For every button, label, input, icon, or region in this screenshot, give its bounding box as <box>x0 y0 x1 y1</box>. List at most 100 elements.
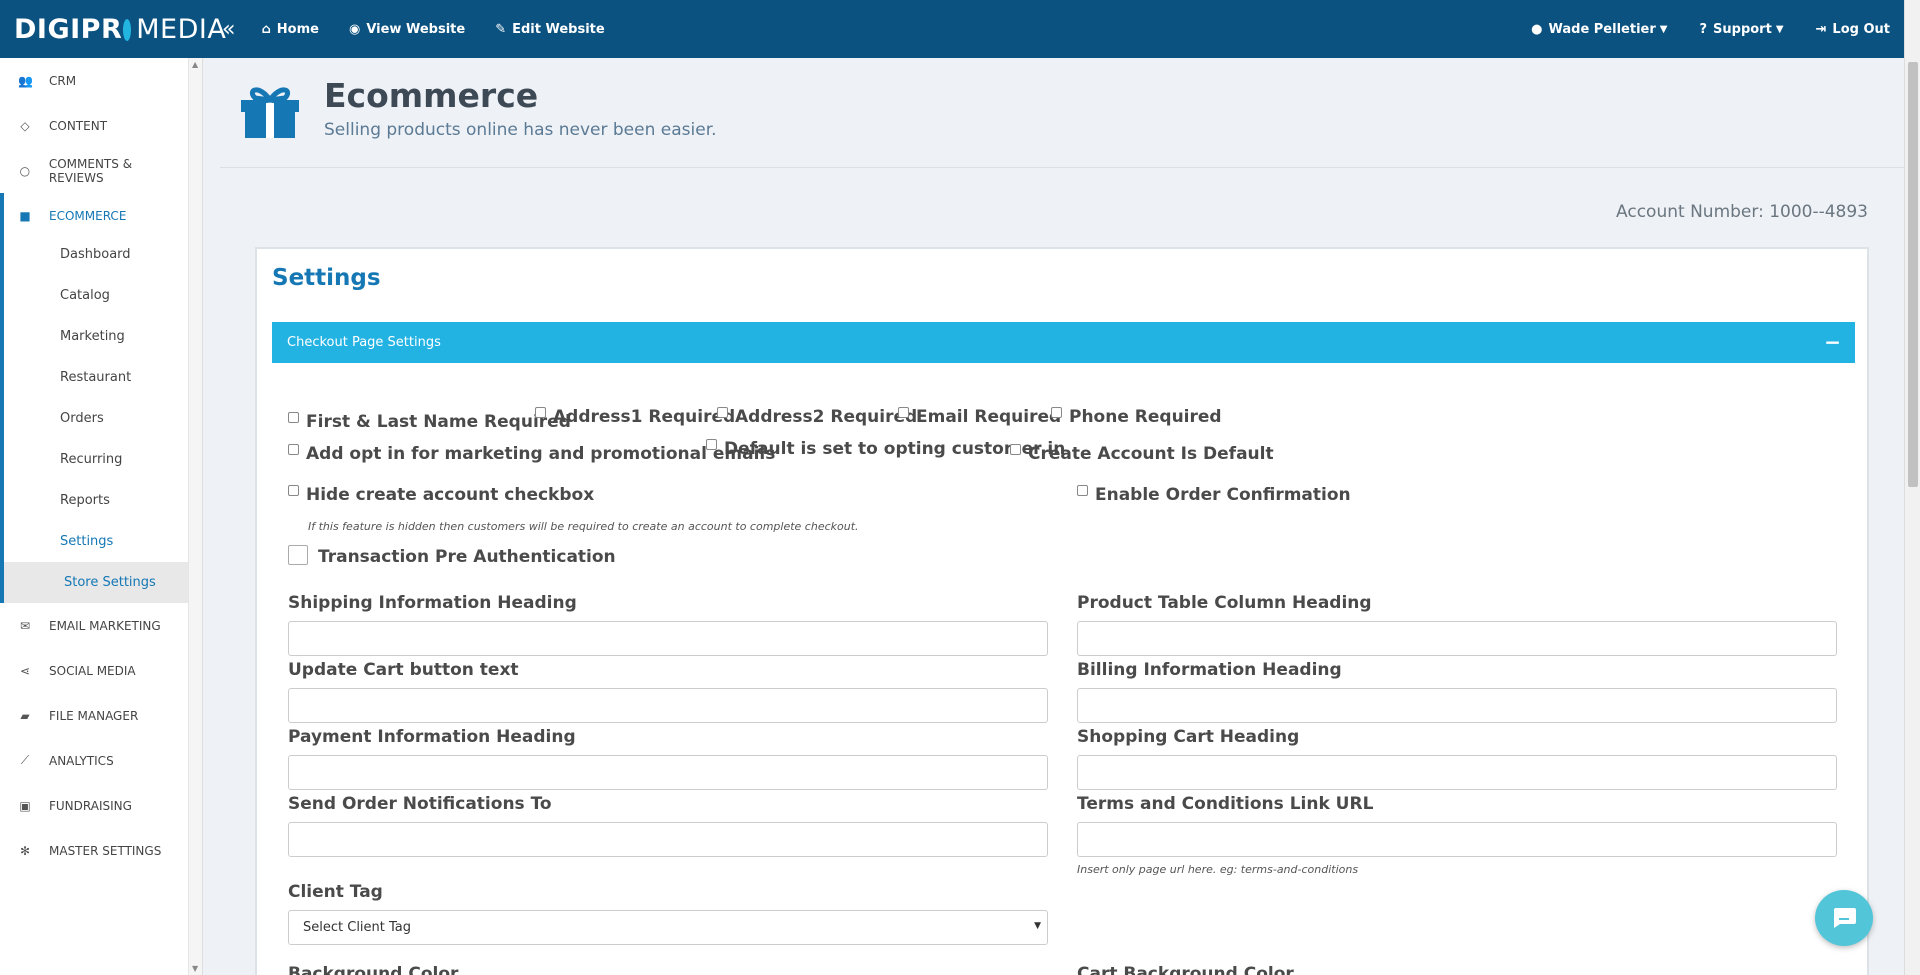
sidebar-item-comments-reviews[interactable]: ○ COMMENTS & REVIEWS <box>0 148 189 193</box>
sidebar-item-label: ANALYTICS <box>49 753 114 768</box>
shipping-heading-input[interactable] <box>288 621 1048 656</box>
client-tag-value: Select Client Tag <box>303 920 412 935</box>
sidebar-sub-restaurant[interactable]: Restaurant <box>0 357 189 398</box>
sidebar-sub-store-settings[interactable]: Store Settings <box>0 562 189 603</box>
order-confirmation-checkbox[interactable] <box>1077 484 1088 496</box>
chat-widget-button[interactable] <box>1815 890 1873 946</box>
billing-heading-input[interactable] <box>1077 688 1837 723</box>
sidebar-sub-orders[interactable]: Orders <box>0 398 189 439</box>
scroll-up-icon[interactable]: ▲ <box>192 60 198 69</box>
select-caret-icon: ▼ <box>1034 921 1041 931</box>
brand-part1: DIGI <box>14 13 81 45</box>
shipping-heading-label: Shipping Information Heading <box>288 593 577 613</box>
support-menu[interactable]: ? Support ▼ <box>1699 22 1783 37</box>
sidebar-item-social-media[interactable]: ⋖ SOCIAL MEDIA <box>0 648 189 693</box>
sidebar-scrollbar[interactable]: ▲ ▼ <box>188 58 202 975</box>
client-tag-label: Client Tag <box>288 882 383 902</box>
nav-home[interactable]: ⌂ Home <box>261 22 319 37</box>
scrollbar-thumb[interactable] <box>1908 62 1918 487</box>
top-navbar: DIGI PR MEDIA « ⌂ Home ◉ View Website ✎ Ed… <box>0 0 1904 58</box>
edit-icon: ✎ <box>495 21 507 37</box>
nav-view-website[interactable]: ◉ View Website <box>349 22 465 37</box>
pre-auth-option[interactable]: Transaction Pre Authentication <box>288 545 616 567</box>
order-notify-input[interactable] <box>288 822 1048 857</box>
brand-part2: PR <box>80 13 123 45</box>
logout-link[interactable]: ⇥ Log Out <box>1816 22 1890 37</box>
update-cart-label: Update Cart button text <box>288 660 519 680</box>
payment-heading-label: Payment Information Heading <box>288 727 576 747</box>
email-required-checkbox[interactable] <box>898 406 909 418</box>
hide-create-account-checkbox[interactable] <box>288 484 299 496</box>
sidebar-item-analytics[interactable]: ⟋ ANALYTICS <box>0 738 189 783</box>
sidebar-sub-marketing[interactable]: Marketing <box>0 316 189 357</box>
sub-label: Restaurant <box>60 370 132 385</box>
pre-auth-label: Transaction Pre Authentication <box>318 547 616 567</box>
create-account-default-checkbox[interactable] <box>1010 443 1021 455</box>
chevron-down-icon: ▼ <box>1659 23 1668 35</box>
sub-label: Dashboard <box>60 247 131 262</box>
opt-in-checkbox[interactable] <box>288 443 299 455</box>
user-menu[interactable]: ● Wade Pelletier ▼ <box>1531 22 1667 37</box>
sidebar-item-ecommerce[interactable]: ■ ECOMMERCE <box>0 193 189 238</box>
pre-auth-checkbox[interactable] <box>288 545 308 565</box>
support-label: Support <box>1713 21 1772 37</box>
money-icon: ▣ <box>19 798 31 813</box>
comment-icon: ○ <box>19 163 31 178</box>
hide-create-account-option[interactable]: Hide create account checkbox <box>288 484 595 505</box>
eye-icon: ◉ <box>348 21 361 37</box>
create-account-default-option[interactable]: Create Account Is Default <box>1010 443 1274 464</box>
sub-label: Orders <box>60 411 104 426</box>
order-confirmation-option[interactable]: Enable Order Confirmation <box>1077 484 1351 505</box>
terms-url-label: Terms and Conditions Link URL <box>1077 794 1374 814</box>
nav-edit-website[interactable]: ✎ Edit Website <box>495 22 605 37</box>
client-tag-select[interactable]: Select Client Tag ▼ <box>288 910 1048 945</box>
phone-required-option[interactable]: Phone Required <box>1051 406 1222 427</box>
checkout-settings-panel-header[interactable]: Checkout Page Settings − <box>272 322 1855 363</box>
default-opt-checkbox[interactable] <box>706 438 717 450</box>
collapse-minus-icon[interactable]: − <box>1824 330 1841 354</box>
sidebar-sub-recurring[interactable]: Recurring <box>0 439 189 480</box>
phone-required-checkbox[interactable] <box>1051 406 1062 418</box>
opt-in-option[interactable]: Add opt in for marketing and promotional… <box>288 443 775 464</box>
sidebar-item-fundraising[interactable]: ▣ FUNDRAISING <box>0 783 189 828</box>
sidebar-item-file-manager[interactable]: ▰ FILE MANAGER <box>0 693 189 738</box>
address1-required-checkbox[interactable] <box>535 406 546 418</box>
page-scrollbar[interactable] <box>1904 0 1920 975</box>
product-table-heading-input[interactable] <box>1077 621 1837 656</box>
sidebar-sub-catalog[interactable]: Catalog <box>0 275 189 316</box>
sidebar-sub-reports[interactable]: Reports <box>0 480 189 521</box>
folder-icon: ▰ <box>20 708 30 723</box>
diamond-icon: ◇ <box>20 118 30 133</box>
address1-required-option[interactable]: Address1 Required <box>535 406 735 427</box>
sidebar-item-crm[interactable]: 👥 CRM <box>0 58 189 103</box>
sub-label: Recurring <box>60 452 123 467</box>
sidebar-item-content[interactable]: ◇ CONTENT <box>0 103 189 148</box>
sidebar-item-label: EMAIL MARKETING <box>49 618 161 633</box>
settings-title: Settings <box>272 265 381 291</box>
settings-card: Settings Checkout Page Settings − First … <box>255 247 1869 975</box>
sign-out-icon: ⇥ <box>1815 21 1827 37</box>
collapse-sidebar-icon[interactable]: « <box>222 17 235 42</box>
sidebar-item-email-marketing[interactable]: ✉ EMAIL MARKETING <box>0 603 189 648</box>
user-circle-icon: ● <box>1531 21 1543 37</box>
scroll-down-icon[interactable]: ▼ <box>192 964 198 973</box>
shopping-cart-heading-input[interactable] <box>1077 755 1837 790</box>
line-chart-icon: ⟋ <box>20 753 30 767</box>
email-required-option[interactable]: Email Required <box>898 406 1061 427</box>
page-header: Ecommerce Selling products online has ne… <box>220 58 1904 168</box>
brand-logo[interactable]: DIGI PR MEDIA <box>0 0 226 58</box>
sidebar-sub-settings[interactable]: Settings <box>0 521 189 562</box>
create-account-default-label: Create Account Is Default <box>1028 444 1274 464</box>
name-required-option[interactable]: First & Last Name Required <box>288 411 571 432</box>
payment-heading-input[interactable] <box>288 755 1048 790</box>
address2-required-option[interactable]: Address2 Required <box>717 406 917 427</box>
name-required-checkbox[interactable] <box>288 411 299 423</box>
sidebar-sub-dashboard[interactable]: Dashboard <box>0 234 189 275</box>
terms-url-input[interactable] <box>1077 822 1837 857</box>
update-cart-input[interactable] <box>288 688 1048 723</box>
hide-create-account-label: Hide create account checkbox <box>306 485 595 505</box>
page-title: Ecommerce <box>324 76 539 115</box>
address2-required-checkbox[interactable] <box>717 406 728 418</box>
sidebar-item-master-settings[interactable]: ✻ MASTER SETTINGS <box>0 828 189 873</box>
chat-bubble-icon <box>1834 908 1856 928</box>
